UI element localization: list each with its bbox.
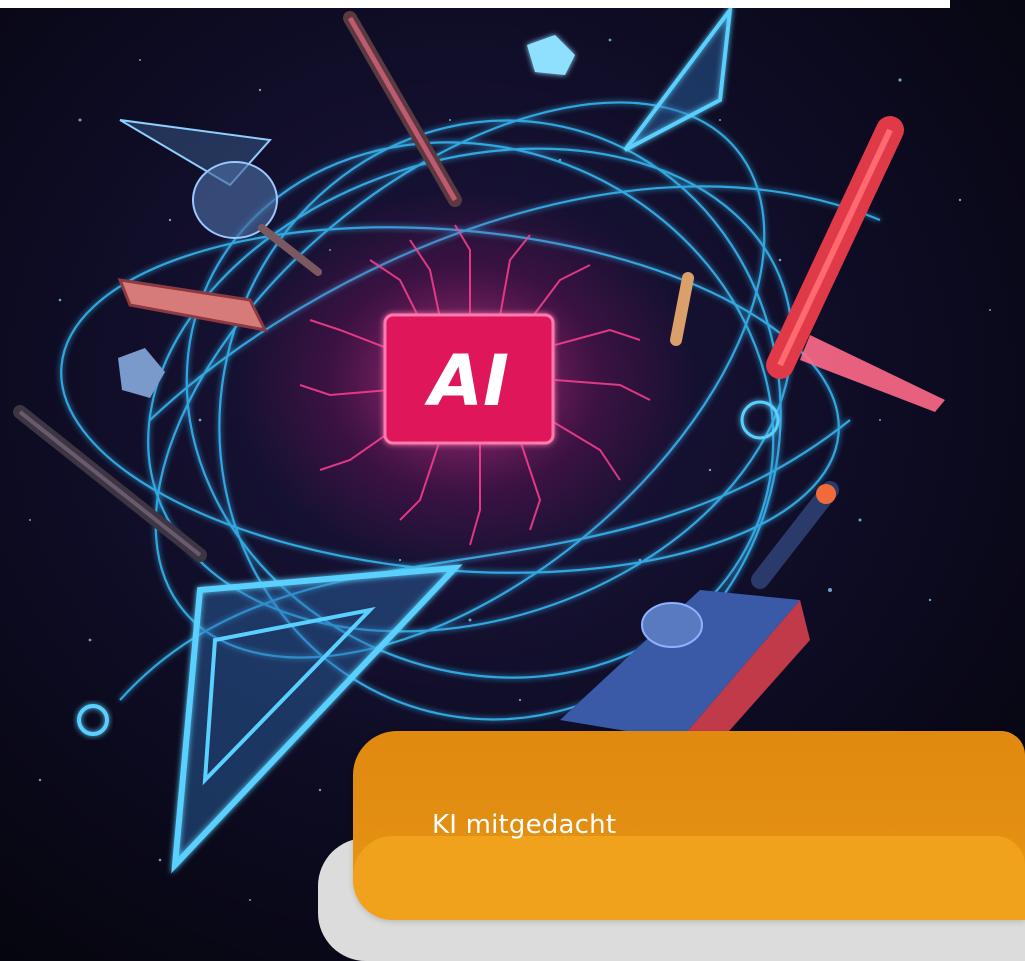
top-white-strip (0, 0, 950, 8)
ai-chip: AI (383, 313, 555, 445)
topic-card-lower (353, 836, 1025, 920)
topic-card-label: KI mitgedacht (432, 810, 617, 840)
ai-chip-label: AI (424, 340, 509, 422)
